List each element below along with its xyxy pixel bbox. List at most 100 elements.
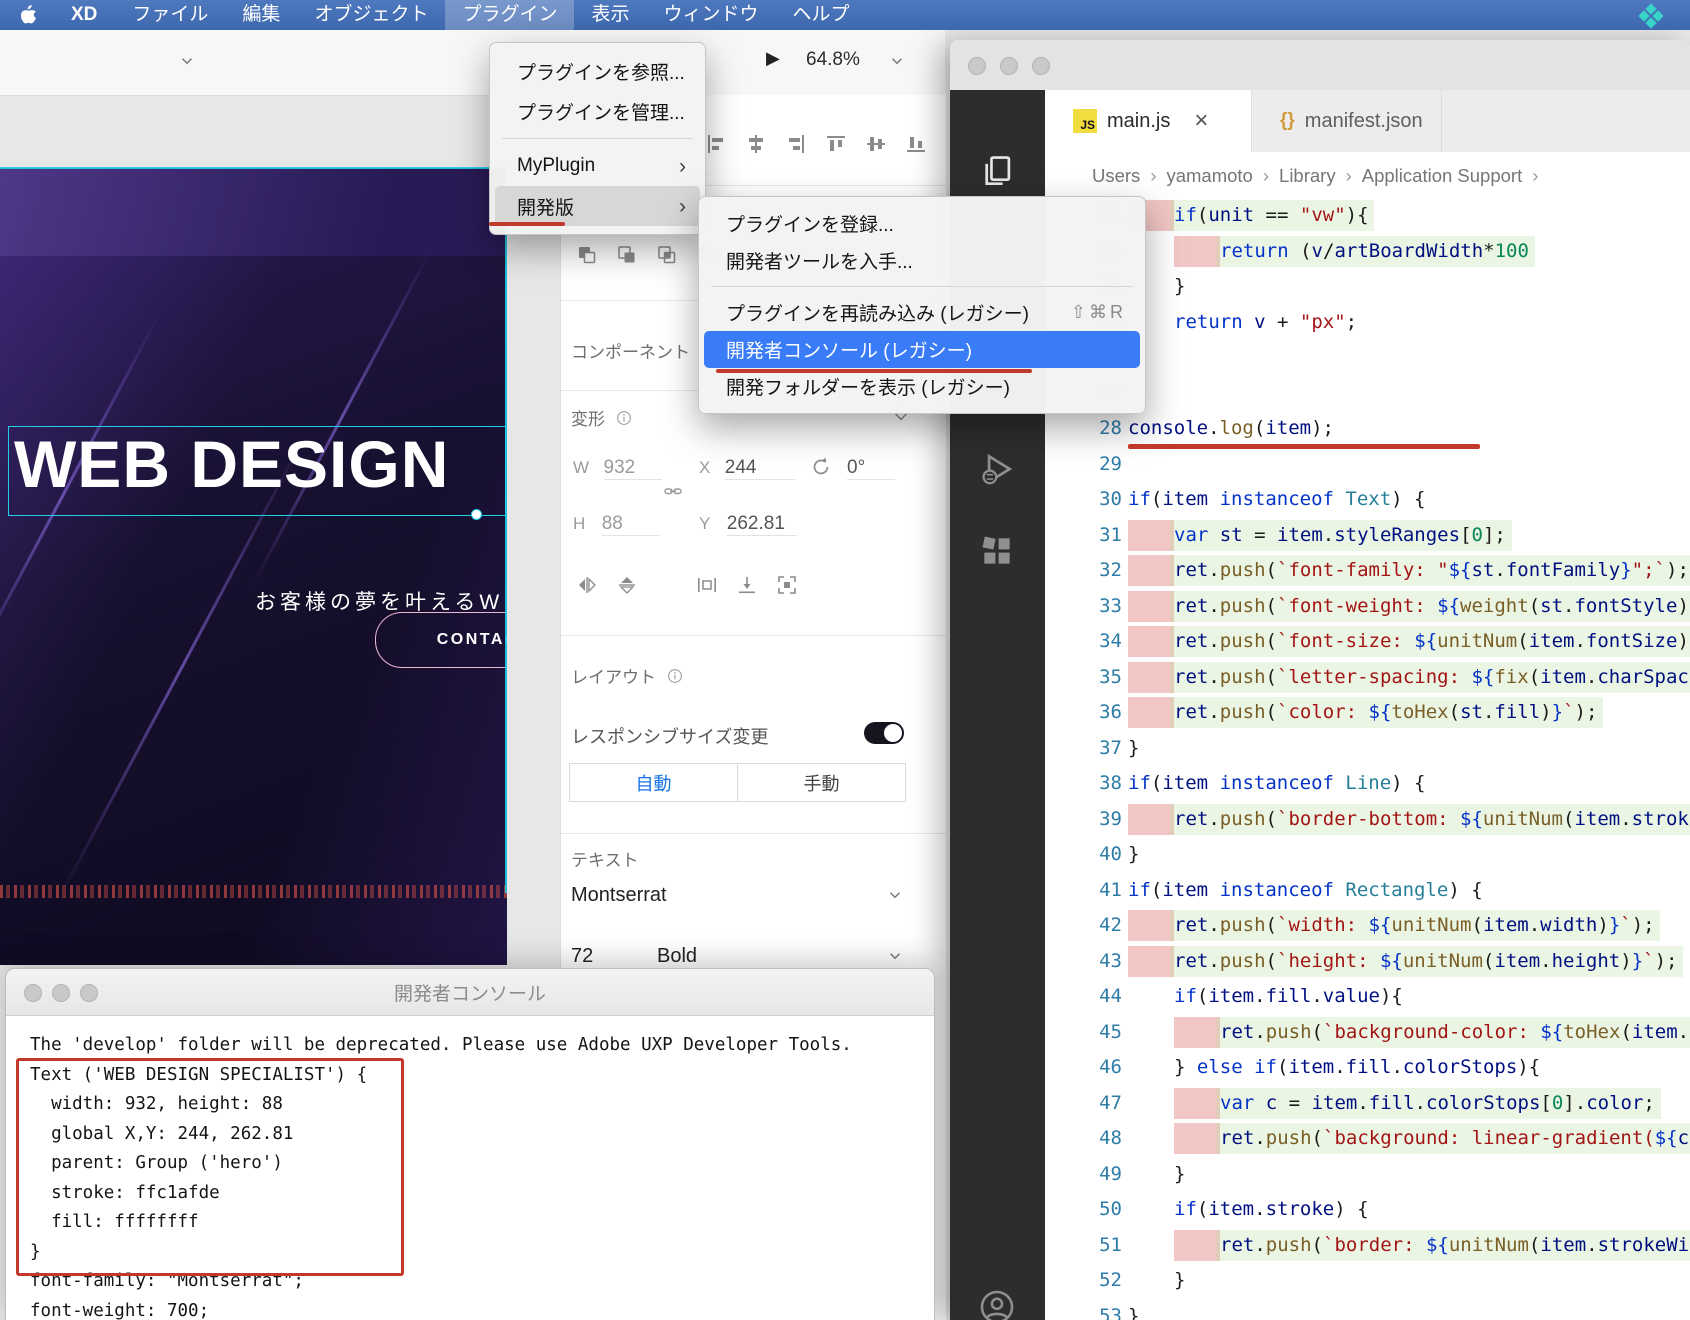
line-number: 46 — [1099, 1056, 1122, 1078]
code-text: var st = item.styleRanges[0]; — [1174, 523, 1506, 546]
menu-item-register[interactable]: プラグインを登録... — [704, 205, 1140, 242]
zoom-level[interactable]: 64.8% — [806, 49, 860, 71]
font-family-select[interactable]: Montserrat — [571, 884, 667, 907]
width-field[interactable]: W 932 — [573, 457, 662, 480]
breadcrumb[interactable]: Users › yamamoto › Library › Application Suppo… — [1045, 152, 1690, 200]
align-center-h-icon[interactable] — [744, 132, 768, 161]
app-menu-xd[interactable]: XD — [53, 0, 115, 30]
editor-tab[interactable]: JS main.js × — [1045, 90, 1252, 152]
breadcrumb-item[interactable]: Library — [1279, 165, 1336, 187]
selection-handle[interactable] — [471, 509, 482, 520]
contact-button[interactable]: CONTACT — [375, 612, 507, 668]
xd-artboard[interactable]: WEB DESIGN お客様の夢を叶えるW CONTACT — [0, 168, 507, 965]
x-field[interactable]: X 244 — [699, 457, 795, 480]
minimize-window-icon[interactable] — [52, 984, 70, 1002]
menubar-item[interactable]: オブジェクト — [297, 0, 445, 30]
code-text: if(item instanceof Line) { — [1128, 772, 1426, 794]
font-weight-select[interactable]: Bold — [657, 945, 697, 968]
code-text: return v + "px"; — [1174, 310, 1358, 333]
menubar-item[interactable]: プラグイン — [445, 0, 575, 30]
chevron-down-icon[interactable] — [888, 52, 906, 75]
x-value[interactable]: 244 — [724, 457, 795, 480]
chevron-down-icon[interactable] — [886, 947, 904, 970]
account-icon[interactable] — [978, 1288, 1016, 1320]
artboard-guide-horizontal — [0, 167, 507, 169]
align-bottom-arrow-icon[interactable] — [735, 573, 759, 602]
code-line: 40} — [1045, 837, 1690, 873]
console-line: font-weight: 700; — [30, 1300, 210, 1320]
developer-console-titlebar[interactable]: 開発者コンソール — [6, 969, 934, 1016]
vscode-titlebar[interactable] — [950, 40, 1690, 91]
zoom-window-icon[interactable] — [1032, 57, 1050, 75]
rotation-field[interactable]: 0° — [847, 457, 895, 480]
chevron-down-icon[interactable] — [886, 886, 904, 909]
align-bottom-icon[interactable] — [904, 132, 928, 161]
manual-tab[interactable]: 手動 — [737, 763, 906, 802]
bool-intersect-icon[interactable] — [655, 243, 679, 272]
code-line: 53} — [1045, 1299, 1690, 1320]
height-value[interactable]: 88 — [601, 513, 660, 536]
breadcrumb-item[interactable]: Application Support — [1362, 165, 1522, 187]
menubar-item[interactable]: 表示 — [574, 0, 646, 30]
menu-item-show-folder[interactable]: 開発フォルダーを表示 (レガシー) — [704, 368, 1140, 405]
menu-item-reload[interactable]: プラグインを再読み込み (レガシー) ⇧⌘R — [704, 294, 1140, 331]
menu-item-manage[interactable]: プラグインを管理... — [495, 91, 700, 131]
code-line: 43 ret.push(`height: ${unitNum(item.heigh… — [1045, 944, 1690, 980]
breadcrumb-item[interactable]: Users — [1092, 165, 1140, 187]
align-left-icon[interactable] — [704, 132, 728, 161]
debug-icon[interactable] — [978, 450, 1016, 488]
menubar-item[interactable]: 編集 — [225, 0, 297, 30]
breadcrumb-item[interactable]: yamamoto — [1166, 165, 1252, 187]
font-size-select[interactable]: 72 — [571, 945, 593, 968]
minimize-window-icon[interactable] — [1000, 57, 1018, 75]
close-icon[interactable]: × — [1194, 107, 1208, 135]
editor-tab[interactable]: {} manifest.json — [1252, 90, 1442, 152]
menu-item-dev-console[interactable]: 開発者コンソール (レガシー) — [704, 331, 1140, 368]
lock-aspect-icon[interactable] — [661, 479, 685, 503]
rotation-value[interactable]: 0° — [847, 457, 895, 480]
diff-indent-marker — [1128, 945, 1174, 977]
code-line: 36 ret.push(`color: ${toHex(st.fill)}`); — [1045, 695, 1690, 731]
flip-v-icon[interactable] — [615, 573, 639, 602]
align-top-icon[interactable] — [824, 132, 848, 161]
zoom-window-icon[interactable] — [80, 984, 98, 1002]
info-icon[interactable] — [615, 409, 633, 427]
close-window-icon[interactable] — [24, 984, 42, 1002]
line-number: 52 — [1099, 1269, 1122, 1291]
rotate-icon[interactable] — [809, 455, 833, 479]
y-value[interactable]: 262.81 — [726, 513, 797, 536]
extensions-icon[interactable] — [978, 532, 1016, 570]
bool-subtract-icon[interactable] — [615, 243, 639, 272]
info-icon[interactable] — [666, 667, 684, 685]
flip-h-icon[interactable] — [575, 573, 599, 602]
apple-menu-icon[interactable] — [20, 5, 37, 25]
menubar-item[interactable]: ファイル — [115, 0, 225, 30]
menu-item-development[interactable]: 開発版 › — [495, 186, 700, 226]
menu-item-myplugin[interactable]: MyPlugin › — [495, 146, 700, 186]
close-window-icon[interactable] — [968, 57, 986, 75]
menubar-item[interactable]: ヘルプ — [776, 0, 867, 30]
menu-item-label: プラグインを登録... — [726, 215, 894, 236]
align-right-icon[interactable] — [784, 132, 808, 161]
play-button[interactable]: ▶ — [766, 48, 780, 69]
files-icon[interactable] — [978, 152, 1016, 190]
y-field[interactable]: Y 262.81 — [699, 513, 797, 536]
fit-icon[interactable] — [775, 573, 799, 602]
selection-box[interactable] — [8, 426, 506, 516]
responsive-resize-toggle[interactable] — [864, 722, 904, 744]
menu-item-get-tools[interactable]: 開発者ツールを入手... — [704, 242, 1140, 279]
menu-item-browse[interactable]: プラグインを参照... — [495, 51, 700, 91]
code-line: 50 if(item.stroke) { — [1045, 1192, 1690, 1228]
menubar-item[interactable]: ウィンドウ — [646, 0, 775, 30]
screen-share-icon[interactable] — [1638, 3, 1664, 35]
height-field[interactable]: H 88 — [573, 513, 660, 536]
code-text: if(item instanceof Text) { — [1128, 488, 1426, 510]
auto-tab[interactable]: 自動 — [569, 763, 738, 802]
chevron-down-icon[interactable] — [178, 52, 196, 75]
width-value[interactable]: 932 — [603, 457, 662, 480]
bool-add-icon[interactable] — [575, 243, 599, 272]
y-label: Y — [699, 514, 711, 533]
code-text: ret.push(`background-color: ${toHex(item… — [1220, 1020, 1690, 1043]
align-center-v-icon[interactable] — [864, 132, 888, 161]
distribute-h-icon[interactable] — [695, 573, 719, 602]
